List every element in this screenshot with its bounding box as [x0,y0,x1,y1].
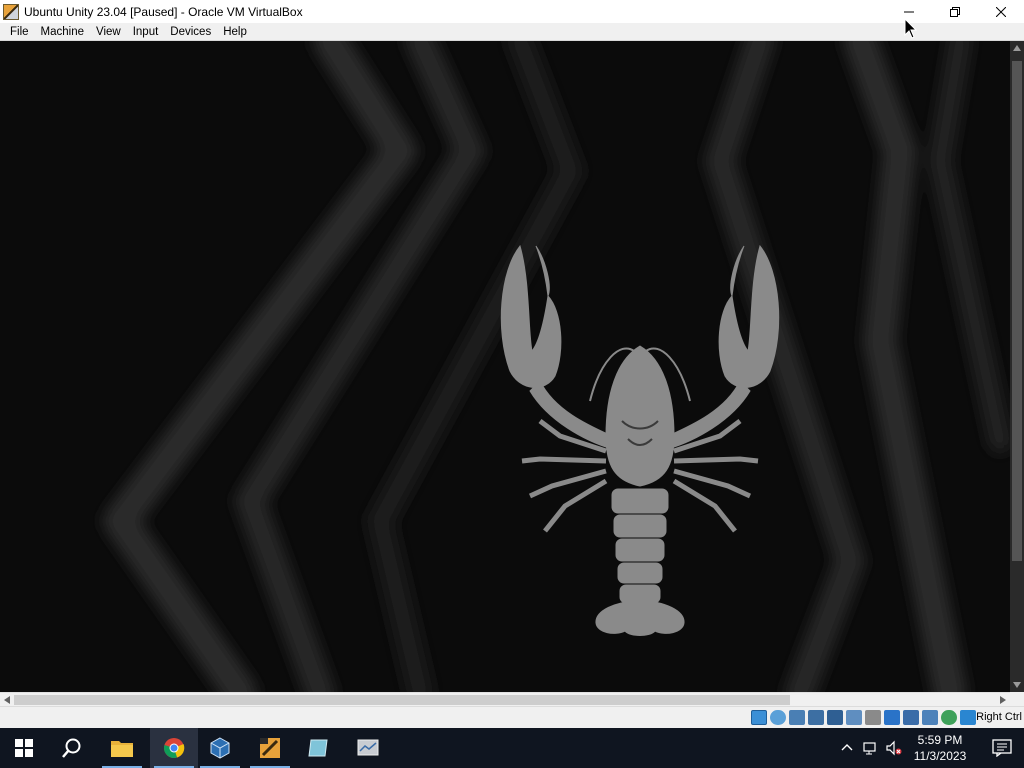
virtualbox-icon [210,737,230,759]
restore-icon [950,6,960,17]
clock-time: 5:59 PM [917,733,963,747]
show-hidden-icons-chevron-icon[interactable] [839,740,855,756]
lobster-mascot [500,244,780,636]
volume-muted-icon[interactable] [886,740,902,756]
vertical-scrollbar[interactable] [1010,41,1024,692]
window-title: Ubuntu Unity 23.04 [Paused] - Oracle VM … [24,4,303,19]
display-icon[interactable] [865,710,881,725]
file-explorer-icon [111,741,133,757]
menu-input[interactable]: Input [127,23,165,41]
start-button[interactable] [0,728,48,768]
scroll-up-arrow-icon[interactable] [1010,41,1024,55]
minimize-icon [904,11,914,12]
status-indicators [751,710,976,725]
clock-date: 11/3/2023 [913,749,967,763]
keyboard-icon[interactable] [960,710,976,725]
vertical-scroll-thumb[interactable] [1012,61,1022,561]
mouse-integration-icon[interactable] [941,710,957,725]
mouse-cursor-icon [904,18,918,39]
vm-display[interactable] [0,41,1024,692]
shared-folders-icon[interactable] [846,710,862,725]
app-button-gray[interactable] [344,728,392,768]
wallpaper-chevron [235,41,485,692]
virtualbox-vm-icon [260,738,280,758]
start-icon [15,739,33,757]
search-button[interactable] [48,728,96,768]
wallpaper-chevron [103,41,417,692]
menu-bar: File Machine View Input Devices Help [0,23,1024,41]
close-button[interactable] [978,0,1024,23]
menu-view[interactable]: View [90,23,127,41]
windows-taskbar: 5:59 PM 11/3/2023 [0,728,1024,768]
action-center-icon[interactable] [992,739,1012,757]
menu-devices[interactable]: Devices [164,23,217,41]
wallpaper-graphic [103,41,1010,692]
chrome-button[interactable] [150,728,198,768]
horizontal-scroll-thumb[interactable] [14,695,790,705]
optical-drive-icon[interactable] [770,710,786,725]
search-icon [62,738,81,758]
app-icon-gray [357,739,379,756]
horizontal-scrollbar[interactable] [0,692,1010,706]
title-bar: Ubuntu Unity 23.04 [Paused] - Oracle VM … [0,0,1024,23]
wallpaper-chevron [928,41,1010,453]
chrome-icon [164,738,185,758]
file-explorer-button[interactable] [98,728,146,768]
vt-x-icon[interactable] [903,710,919,725]
scrollbar-corner [1010,692,1024,706]
restore-button[interactable] [932,0,978,23]
network-icon[interactable] [808,710,824,725]
virtualbox-vm-button[interactable] [246,728,294,768]
app-button-blue[interactable] [294,728,342,768]
usb-icon[interactable] [827,710,843,725]
vm-status-bar: Right Ctrl [0,706,1024,728]
virtualbox-app-icon [3,3,19,20]
scroll-down-arrow-icon[interactable] [1010,678,1024,692]
recording-icon[interactable] [884,710,900,725]
host-key-label: Right Ctrl [976,711,1022,723]
network-tray-icon[interactable] [863,740,879,756]
scroll-left-arrow-icon[interactable] [0,693,14,707]
hard-disk-icon[interactable] [751,710,767,725]
close-icon [996,6,1006,17]
audio-icon[interactable] [789,710,805,725]
virtualbox-manager-button[interactable] [196,728,244,768]
menu-machine[interactable]: Machine [35,23,90,41]
scroll-right-arrow-icon[interactable] [996,693,1010,707]
app-icon-blue [308,739,328,757]
menu-help[interactable]: Help [217,23,253,41]
guest-additions-icon[interactable] [922,710,938,725]
ubuntu-desktop-wallpaper[interactable] [0,41,1010,692]
system-clock[interactable]: 5:59 PM 11/3/2023 [908,732,972,764]
menu-file[interactable]: File [4,23,35,41]
